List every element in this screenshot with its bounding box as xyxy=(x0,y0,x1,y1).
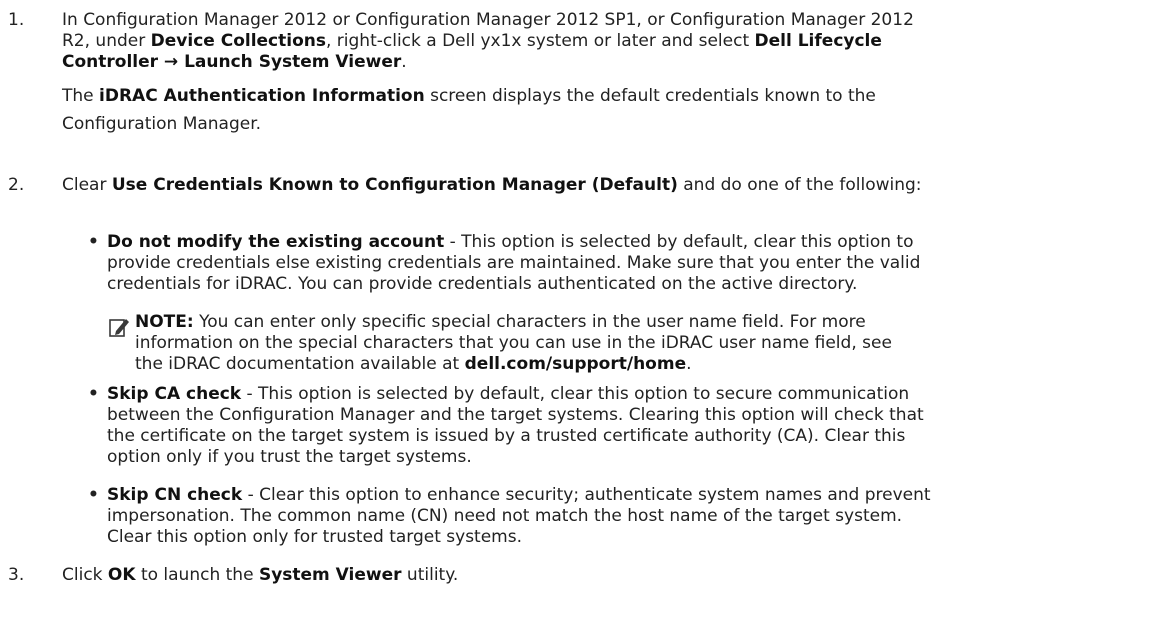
text-run: Clear xyxy=(62,175,112,195)
text-run: Click xyxy=(62,565,108,585)
ui-term-use-credentials: Use Credentials Known to Configuration M… xyxy=(111,175,678,195)
text-run: and do one of the following: xyxy=(677,175,922,195)
text-line: NOTE: You can enter only specific specia… xyxy=(135,312,892,333)
text-line: the iDRAC documentation available at del… xyxy=(135,354,892,375)
text-line: The iDRAC Authentication Information scr… xyxy=(62,82,876,110)
note-label: NOTE: xyxy=(135,312,194,332)
step-number: 2. xyxy=(8,175,25,195)
ui-term-system-viewer: System Viewer xyxy=(258,565,402,585)
document-page: 1. In Configuration Manager 2012 or Conf… xyxy=(0,0,1167,641)
ui-term-ok: OK xyxy=(107,565,136,585)
text-line: impersonation. The common name (CN) need… xyxy=(107,506,903,526)
text-line: provide credentials else existing creden… xyxy=(107,253,921,273)
bullet-text: Skip CA check - This option is selected … xyxy=(107,384,924,468)
text-line: R2, under Device Collections, right-clic… xyxy=(62,31,914,52)
text-run: screen displays the default credentials … xyxy=(424,86,876,106)
step-text: Click OK to launch the System Viewer uti… xyxy=(62,565,458,586)
ui-term-dell-lifecycle: Dell Lifecycle xyxy=(754,31,882,51)
bullet-icon: • xyxy=(88,384,99,404)
bullet-icon: • xyxy=(88,485,99,505)
text-run: The xyxy=(62,86,100,106)
option-term: Do not modify the existing account xyxy=(107,232,445,252)
text-run: to launch the xyxy=(135,565,259,585)
text-line: credentials for iDRAC. You can provide c… xyxy=(107,274,858,294)
text-line: information on the special characters th… xyxy=(135,333,892,353)
note-text: NOTE: You can enter only specific specia… xyxy=(135,312,892,375)
bullet-text: Do not modify the existing account - Thi… xyxy=(107,232,920,295)
text-run: , right-click a Dell yx1x system or late… xyxy=(326,31,755,51)
step-text: In Configuration Manager 2012 or Configu… xyxy=(62,10,914,73)
text-line: In Configuration Manager 2012 or Configu… xyxy=(62,10,914,31)
bullet-icon: • xyxy=(88,232,99,252)
text-line: Configuration Manager. xyxy=(62,110,876,138)
text-run: - This option is selected by default, cl… xyxy=(444,232,914,252)
text-run: the iDRAC documentation available at xyxy=(135,354,465,374)
text-line: Skip CN check - Clear this option to enh… xyxy=(107,485,931,506)
step-number: 1. xyxy=(8,10,25,30)
support-link[interactable]: dell.com/support/home xyxy=(465,354,686,374)
option-term: Skip CN check xyxy=(107,485,243,505)
bullet-text: Skip CN check - Clear this option to enh… xyxy=(107,485,931,548)
text-line: between the Configuration Manager and th… xyxy=(107,405,924,425)
text-run: utility. xyxy=(401,565,459,585)
text-run: . xyxy=(401,52,407,72)
text-run: R2, under xyxy=(62,31,151,51)
text-run: - Clear this option to enhance security;… xyxy=(242,485,931,505)
ui-term-idrac-auth: iDRAC Authentication Information xyxy=(99,86,425,106)
text-line: Do not modify the existing account - Thi… xyxy=(107,232,920,253)
step-text: Clear Use Credentials Known to Configura… xyxy=(62,175,922,196)
text-line: Skip CA check - This option is selected … xyxy=(107,384,924,405)
text-line: Click OK to launch the System Viewer uti… xyxy=(62,565,458,586)
step-result-text: The iDRAC Authentication Information scr… xyxy=(62,82,876,138)
option-term: Skip CA check xyxy=(107,384,242,404)
text-run: - This option is selected by default, cl… xyxy=(241,384,910,404)
text-line: option only if you trust the target syst… xyxy=(107,447,472,467)
text-line: Clear this option only for trusted targe… xyxy=(107,527,523,547)
step-number: 3. xyxy=(8,565,25,585)
text-run: . xyxy=(686,354,692,374)
text-line: Clear Use Credentials Known to Configura… xyxy=(62,175,922,196)
ui-term-device-collections: Device Collections xyxy=(150,31,326,51)
ui-term-launch-system-viewer: Controller → Launch System Viewer xyxy=(62,52,402,72)
text-run: Configuration Manager. xyxy=(62,114,262,134)
text-run: You can enter only specific special char… xyxy=(193,312,866,332)
text-run: In Configuration Manager 2012 or Configu… xyxy=(62,10,914,30)
text-line: the certificate on the target system is … xyxy=(107,426,906,446)
text-line: Controller → Launch System Viewer. xyxy=(62,52,914,73)
pencil-note-icon xyxy=(109,319,129,337)
